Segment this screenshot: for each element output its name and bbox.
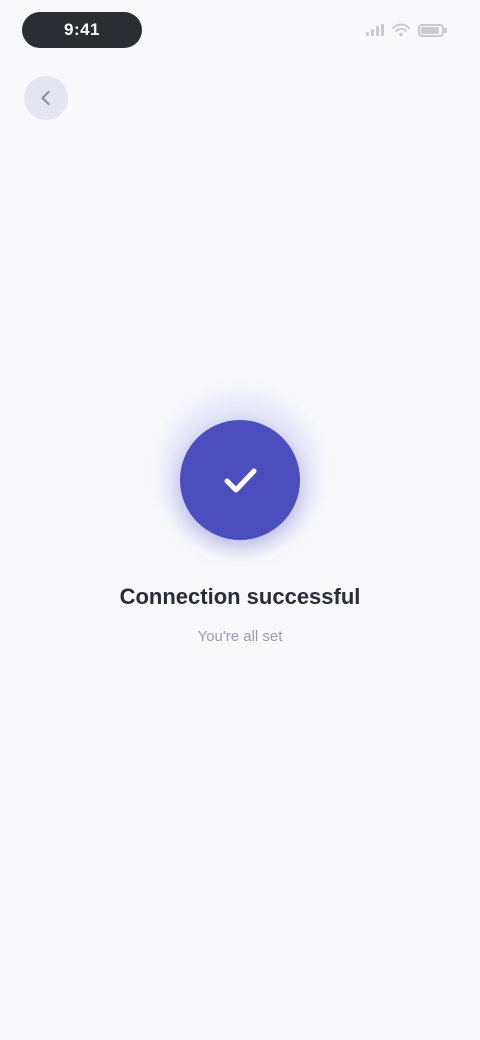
- check-icon: [224, 468, 257, 493]
- status-icons: [366, 22, 447, 38]
- arrow-left-icon: [41, 90, 50, 106]
- success-subtitle: You're all set: [197, 628, 283, 645]
- battery-icon: [418, 23, 447, 37]
- status-time: 9:41: [22, 12, 142, 48]
- success-panel: Connection successful You're all set: [0, 360, 480, 700]
- success-title: Connection successful: [119, 584, 361, 609]
- signal-icon: [366, 24, 384, 36]
- wifi-icon: [392, 23, 410, 37]
- status-bar: 9:41: [0, 0, 480, 60]
- back-button[interactable]: [24, 76, 68, 120]
- success-badge: [180, 420, 300, 540]
- success-screen: 9:41 Connection successful You're all se…: [0, 0, 480, 1040]
